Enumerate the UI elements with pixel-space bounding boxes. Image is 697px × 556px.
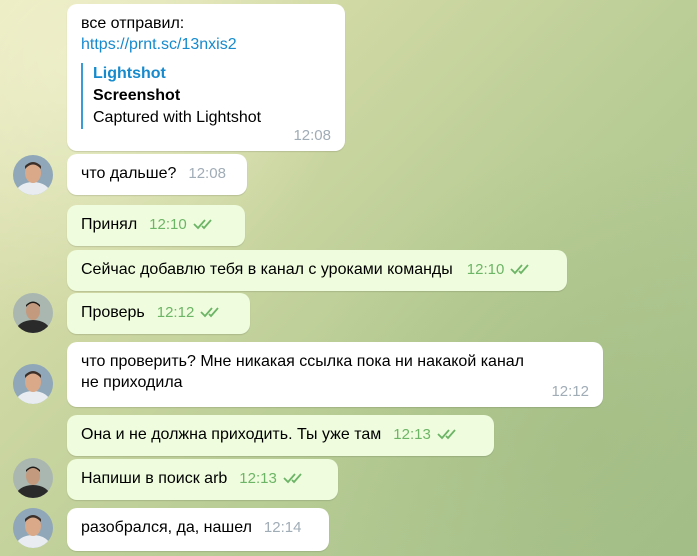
message-bubble-outgoing[interactable]: Сейчас добавлю тебя в канал с уроками ко… [67,250,567,291]
message-text: Принял [81,216,138,233]
message-bubble-outgoing[interactable]: Проверь 12:12 [67,293,250,334]
message-text: Проверь [81,304,145,321]
message-link[interactable]: https://prnt.sc/13nxis2 [81,36,237,53]
user-avatar-light-icon [13,508,53,548]
double-check-icon [193,219,212,230]
link-preview[interactable]: Lightshot Screenshot Captured with Light… [81,63,331,129]
user-avatar-light-icon [13,155,53,195]
message-bubble-link[interactable]: все отправил: https://prnt.sc/13nxis2 Li… [67,4,345,151]
double-check-icon [200,307,219,318]
avatar[interactable] [13,155,53,195]
avatar[interactable] [13,458,53,498]
double-check-icon [437,429,456,440]
message-time: 12:13 [239,470,277,487]
message-time: 12:10 [466,261,505,278]
link-preview-title: Screenshot [93,87,181,104]
message-time: 12:08 [293,127,331,144]
avatar[interactable] [13,293,53,333]
message-time: 12:14 [263,519,302,536]
double-check-icon [283,473,302,484]
message-time: 12:13 [393,426,431,443]
user-avatar-light-icon [13,364,53,404]
message-bubble[interactable]: разобрался, да, нашел 12:14 [67,508,329,551]
message-time: 12:12 [551,383,589,400]
message-text: Напиши в поиск arb [81,470,228,487]
message-text: все отправил: [81,15,185,32]
message-time: 12:10 [149,216,187,233]
double-check-icon [510,264,529,275]
message-text: Она и не должна приходить. Ты уже там [81,426,382,443]
link-preview-site: Lightshot [93,65,166,82]
message-bubble-outgoing[interactable]: Принял 12:10 [67,205,245,246]
message-bubble[interactable]: что дальше? 12:08 [67,154,247,195]
message-text: что проверить? Мне никакая ссылка пока н… [81,353,525,391]
message-time: 12:12 [156,304,195,321]
message-bubble-outgoing[interactable]: Напиши в поиск arb 12:13 [67,459,338,500]
message-bubble[interactable]: что проверить? Мне никакая ссылка пока н… [67,342,603,407]
user-avatar-dark-icon [13,458,53,498]
avatar[interactable] [13,364,53,404]
message-bubble-outgoing[interactable]: Она и не должна приходить. Ты уже там 12:… [67,415,494,456]
avatar[interactable] [13,508,53,548]
user-avatar-dark-icon [13,293,53,333]
message-time: 12:08 [188,165,226,182]
message-text: разобрался, да, нашел [81,519,252,536]
message-text: что дальше? [81,165,177,182]
message-text: Сейчас добавлю тебя в канал с уроками ко… [81,261,453,278]
